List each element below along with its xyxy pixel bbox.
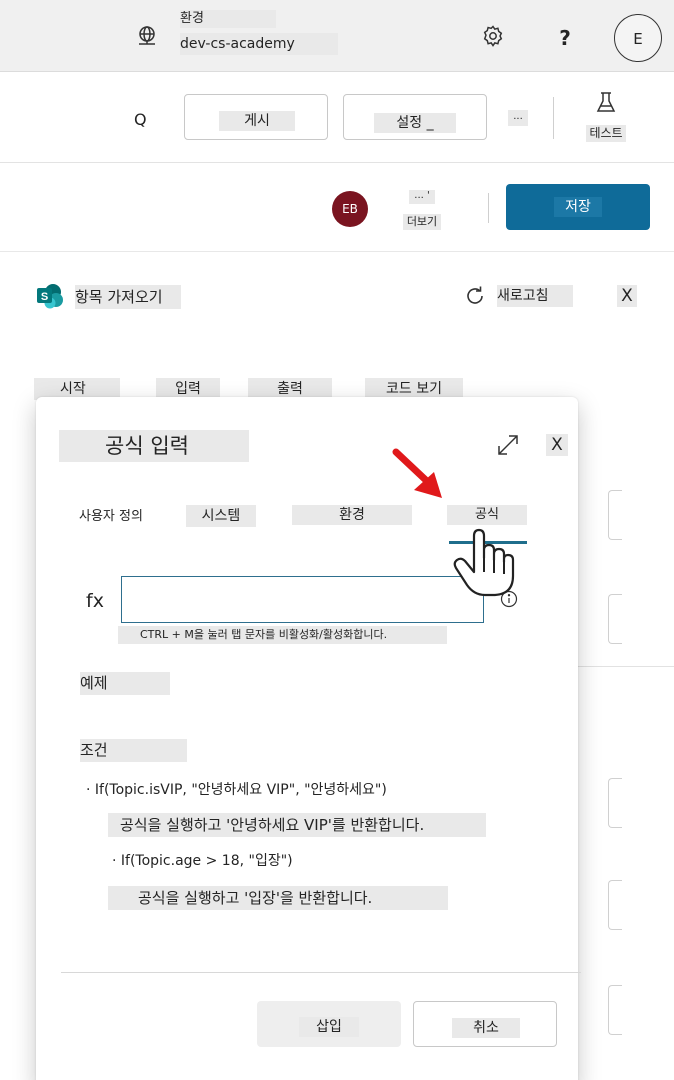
condition-heading: 조건 — [80, 739, 187, 762]
environment-label: 환경 — [180, 10, 276, 28]
save-button[interactable]: 저장 — [506, 184, 650, 230]
examples-heading: 예제 — [80, 672, 170, 695]
section-divider — [578, 666, 674, 667]
fx-label: fx — [86, 590, 104, 612]
flask-icon[interactable] — [594, 90, 618, 116]
settings-label: 설정 _ — [374, 113, 456, 133]
expand-icon[interactable] — [495, 432, 521, 458]
save-divider — [488, 193, 489, 223]
panel-close-button[interactable]: X — [617, 285, 637, 307]
gear-icon[interactable] — [481, 24, 505, 48]
field-stub[interactable] — [608, 778, 622, 828]
collaborator-avatar[interactable]: EB — [332, 191, 368, 227]
example2-code: · If(Topic.age > 18, "입장") — [112, 853, 293, 869]
tab-custom[interactable]: 사용자 정의 — [79, 507, 169, 527]
tab-environment[interactable]: 환경 — [292, 505, 412, 525]
example1-code: · If(Topic.isVIP, "안녕하세요 VIP", "안녕하세요") — [86, 782, 387, 798]
save-label: 저장 — [554, 197, 602, 217]
publish-button[interactable]: 게시 — [184, 94, 328, 140]
cancel-button[interactable]: 취소 — [413, 1001, 557, 1047]
field-stub[interactable] — [608, 490, 622, 540]
refresh-button-label[interactable]: 새로고침 — [497, 285, 573, 307]
tab-formula[interactable]: 공식 — [447, 505, 527, 525]
globe-icon — [135, 24, 159, 48]
more-dots[interactable]: ... ' — [409, 190, 435, 204]
insert-label: 삽입 — [299, 1017, 359, 1037]
example1-description: 공식을 실행하고 '안녕하세요 VIP'를 반환합니다. — [108, 813, 486, 837]
user-avatar-initial: E — [633, 30, 643, 48]
formula-input-value — [122, 577, 483, 601]
collaborator-avatar-initials: EB — [342, 202, 358, 216]
formula-dialog: 공식 입력 X 사용자 정의 시스템 환경 공식 fx CTRL + M을 눌러… — [36, 397, 581, 1080]
refresh-icon[interactable] — [463, 284, 487, 308]
red-arrow-icon — [390, 446, 452, 506]
field-stub[interactable] — [608, 985, 622, 1035]
dialog-close-button[interactable]: X — [546, 434, 568, 456]
user-avatar[interactable]: E — [614, 14, 662, 62]
publish-label: 게시 — [219, 111, 295, 131]
field-stub[interactable] — [608, 594, 622, 644]
svg-text:S: S — [41, 291, 48, 303]
sharepoint-icon: S — [36, 283, 64, 309]
environment-name[interactable]: dev-cs-academy — [180, 33, 338, 55]
hand-cursor-icon — [452, 528, 518, 598]
formula-hint: CTRL + M을 눌러 탭 문자를 비활성화/활성화합니다. — [118, 626, 447, 644]
command-bar — [0, 73, 674, 163]
insert-button[interactable]: 삽입 — [257, 1001, 401, 1047]
dialog-title: 공식 입력 — [59, 430, 249, 462]
more-commands-button[interactable]: ... — [508, 110, 528, 126]
settings-button[interactable]: 설정 _ — [343, 94, 487, 140]
example2-description: 공식을 실행하고 '입장'을 반환합니다. — [108, 886, 448, 910]
field-stub[interactable] — [608, 880, 622, 930]
search-button[interactable]: Q — [134, 108, 156, 132]
formula-input[interactable] — [121, 576, 484, 623]
panel-title: 항목 가져오기 — [75, 285, 181, 309]
cancel-label: 취소 — [452, 1018, 520, 1038]
command-divider — [553, 97, 554, 139]
dialog-footer-divider — [61, 972, 581, 973]
more-label[interactable]: 더보기 — [403, 214, 441, 230]
help-button[interactable]: ? — [553, 24, 577, 52]
tab-system[interactable]: 시스템 — [186, 505, 256, 527]
test-button-label[interactable]: 테스트 — [586, 125, 626, 142]
